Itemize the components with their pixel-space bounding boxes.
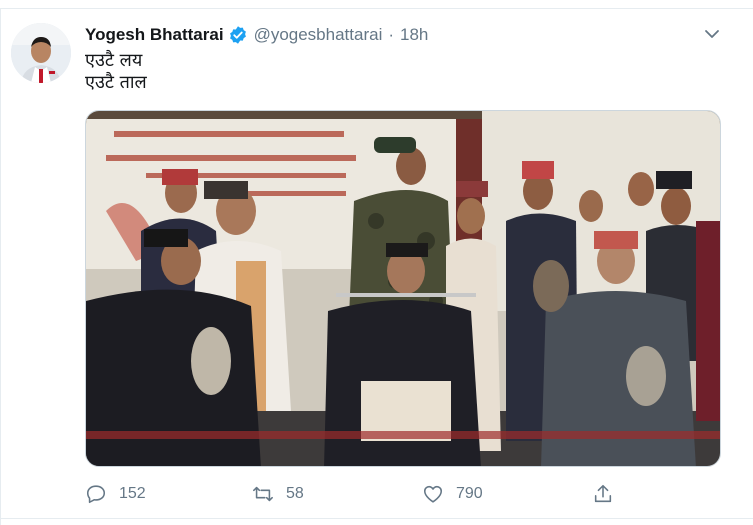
tweet-actions: 152 58 790 xyxy=(85,479,725,509)
tweet-text-line: एउटै ताल xyxy=(85,72,147,93)
tweet-text: एउटै लय एउटै ताल xyxy=(85,50,147,94)
tweet-timestamp[interactable]: 18h xyxy=(400,25,428,45)
avatar[interactable] xyxy=(11,23,71,83)
profile-photo xyxy=(11,23,71,83)
tweet[interactable]: Yogesh Bhattarai @yogesbhattarai · 18h ए… xyxy=(0,0,753,525)
like-button[interactable]: 790 xyxy=(422,479,483,509)
share-icon xyxy=(594,484,612,503)
like-count: 790 xyxy=(456,485,483,502)
divider xyxy=(0,518,753,519)
verified-badge-icon xyxy=(228,25,248,45)
retweet-icon xyxy=(253,486,273,502)
author-handle[interactable]: @yogesbhattarai xyxy=(254,25,383,45)
divider xyxy=(0,8,1,525)
reply-button[interactable]: 152 xyxy=(85,479,146,509)
tweet-photo[interactable] xyxy=(85,110,721,467)
reply-count: 152 xyxy=(119,485,146,502)
retweet-button[interactable]: 58 xyxy=(252,479,304,509)
divider xyxy=(0,8,753,9)
author-name[interactable]: Yogesh Bhattarai xyxy=(85,25,224,45)
reply-icon xyxy=(86,485,106,504)
photo-group-musicians xyxy=(86,111,720,466)
tweet-header: Yogesh Bhattarai @yogesbhattarai · 18h xyxy=(85,23,428,47)
chevron-down-icon[interactable] xyxy=(702,24,722,44)
share-button[interactable] xyxy=(592,479,614,509)
tweet-text-line: एउटै लय xyxy=(85,50,143,71)
separator-dot: · xyxy=(388,25,395,44)
heart-icon xyxy=(423,485,443,503)
retweet-count: 58 xyxy=(286,485,304,502)
